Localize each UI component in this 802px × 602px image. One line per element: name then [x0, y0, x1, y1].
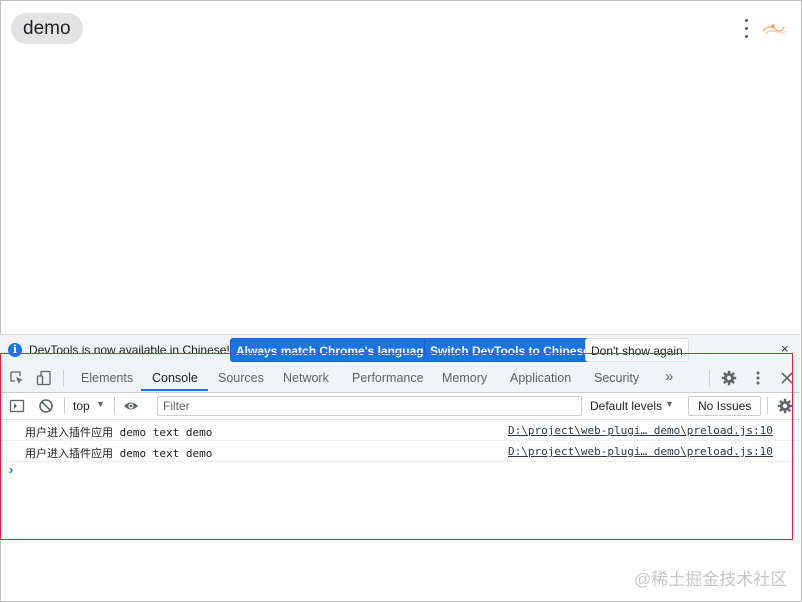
console-message-source-link[interactable]: D:\project\web-plugi… demo\preload.js:10 [508, 424, 773, 437]
console-message-text: 用户进入插件应用 demo text demo [25, 426, 213, 439]
tab-network[interactable]: Network [283, 371, 329, 385]
console-filter-input[interactable] [157, 396, 582, 416]
settings-gear-icon[interactable] [721, 370, 737, 386]
show-sidebar-icon[interactable] [9, 398, 25, 414]
issues-button[interactable]: No Issues [688, 396, 762, 416]
tab-memory[interactable]: Memory [442, 371, 487, 385]
more-tabs-icon[interactable]: » [665, 368, 673, 385]
inspect-element-icon[interactable] [9, 370, 25, 386]
dont-show-again-button[interactable]: Don't show again [585, 338, 689, 362]
banner-close-icon[interactable]: × [781, 341, 789, 356]
close-devtools-icon[interactable] [779, 370, 795, 386]
levels-dropdown-arrow-icon[interactable]: ▼ [665, 399, 674, 409]
console-message-text: 用户进入插件应用 demo text demo [25, 447, 213, 460]
console-message: 用户进入插件应用 demo text demo D:\project\web-p… [0, 420, 800, 441]
console-message: 用户进入插件应用 demo text demo D:\project\web-p… [0, 441, 800, 462]
console-settings-gear-icon[interactable] [777, 398, 793, 414]
clear-console-icon[interactable] [38, 398, 54, 414]
more-options-icon[interactable] [741, 17, 751, 41]
device-toolbar-icon[interactable] [36, 370, 52, 386]
log-levels-dropdown[interactable]: Default levels [590, 399, 662, 413]
tab-application[interactable]: Application [510, 371, 571, 385]
demo-tag[interactable]: demo [11, 13, 83, 44]
toolbar-divider [63, 370, 64, 387]
always-match-language-button[interactable]: Always match Chrome's language [230, 338, 437, 362]
window-frame [0, 0, 802, 602]
tab-console[interactable]: Console [152, 371, 198, 385]
tab-sources[interactable]: Sources [218, 371, 264, 385]
banner-message: DevTools is now available in Chinese! [29, 343, 230, 357]
console-messages: 用户进入插件应用 demo text demo D:\project\web-p… [0, 420, 800, 462]
console-prompt[interactable]: › [9, 462, 13, 477]
devtools-tab-bar: Elements Console Sources Network Perform… [0, 365, 800, 393]
info-icon: i [8, 343, 22, 357]
live-expression-eye-icon[interactable] [123, 398, 139, 414]
devtools-language-banner: i DevTools is now available in Chinese! … [0, 334, 800, 366]
console-message-source-link[interactable]: D:\project\web-plugi… demo\preload.js:10 [508, 445, 773, 458]
toolbar-divider [64, 397, 65, 414]
customize-menu-icon[interactable] [750, 370, 766, 386]
tab-security[interactable]: Security [594, 371, 639, 385]
active-tab-indicator [141, 389, 208, 391]
toolbar-divider [767, 397, 768, 414]
context-selector[interactable]: top [73, 399, 90, 413]
watermark: @稀土掘金技术社区 [634, 570, 788, 589]
tab-performance[interactable]: Performance [352, 371, 424, 385]
console-toolbar: top ▼ Default levels ▼ No Issues [0, 393, 800, 420]
context-dropdown-arrow-icon[interactable]: ▼ [96, 399, 105, 409]
plugin-logo-icon [762, 24, 786, 35]
switch-to-chinese-button[interactable]: Switch DevTools to Chinese [424, 338, 596, 362]
toolbar-divider [709, 370, 710, 387]
toolbar-divider [114, 397, 115, 414]
tab-elements[interactable]: Elements [81, 371, 133, 385]
